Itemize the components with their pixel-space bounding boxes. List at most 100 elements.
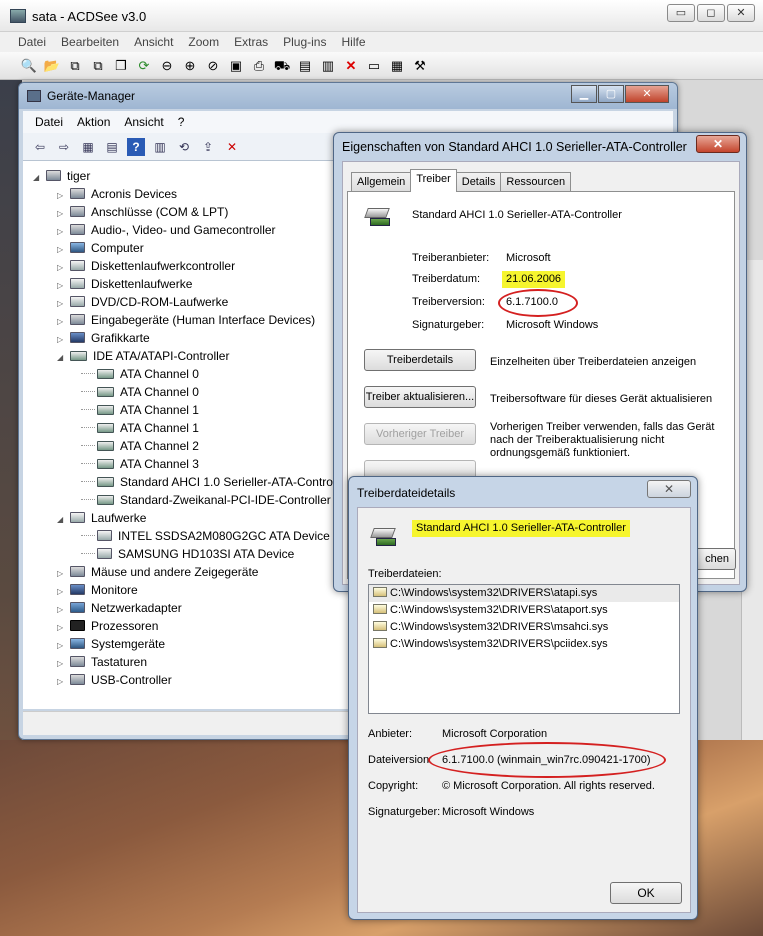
clipboard-icon[interactable]: ▤ [296,57,314,75]
properties-icon[interactable]: ▦ [388,57,406,75]
help-icon[interactable]: ? [127,137,145,156]
tab-allgemein[interactable]: Allgemein [351,172,412,192]
device-manager-titlebar[interactable]: Geräte-Manager ▁ ▢ ✕ [19,83,677,109]
driver-files-list[interactable]: C:\Windows\system32\DRIVERS\atapi.sys C:… [368,584,680,714]
menu-bearbeiten[interactable]: Bearbeiten [61,32,119,52]
tree-category[interactable]: ▷ Monitore [57,581,138,599]
tree-device[interactable]: INTEL SSDSA2M080G2GC ATA Device [81,527,330,545]
rollback-driver-button[interactable]: Vorheriger Treiber [364,423,476,445]
details-icon[interactable]: ▥ [151,138,169,156]
tree-category[interactable]: ▷ Acronis Devices [57,185,177,203]
tree-device[interactable]: SAMSUNG HD103SI ATA Device [81,545,294,563]
tree-device[interactable]: ATA Channel 0 [81,365,199,383]
provider-label: Anbieter: [368,728,413,740]
forward-icon[interactable]: ⇨ [55,138,73,156]
properties-close-button[interactable]: ✕ [696,135,740,153]
tree-label: Grafikkarte [91,331,150,345]
browse-icon[interactable]: 🔍 [20,57,38,75]
uninstall-icon[interactable]: ✕ [223,138,241,156]
dm-maximize-button[interactable]: ▢ [598,85,624,103]
rollback-driver-desc: Vorherigen Treiber verwenden, falls das … [490,421,715,459]
tree-device[interactable]: Standard-Zweikanal-PCI-IDE-Controller [81,491,331,509]
dm-menu-ansicht[interactable]: Ansicht [124,111,163,133]
tools-icon[interactable]: ⚒ [411,57,429,75]
tree-category[interactable]: ▷ Mäuse und andere Zeigegeräte [57,563,258,581]
menu-datei[interactable]: Datei [18,32,46,52]
tree-device[interactable]: ATA Channel 1 [81,419,199,437]
tab-treiber[interactable]: Treiber [410,169,457,192]
next-icon[interactable]: ⧉ [89,57,107,75]
tree-category[interactable]: ▷ USB-Controller [57,671,172,689]
tree-root[interactable]: ◢ tiger [33,167,90,185]
view-icon[interactable]: ▦ [79,138,97,156]
dm-menu-help[interactable]: ? [178,111,185,133]
tree-category[interactable]: ▷ Anschlüsse (COM & LPT) [57,203,228,221]
dm-close-button[interactable]: ✕ [625,85,669,103]
tree-category[interactable]: ▷ Systemgeräte [57,635,165,653]
tree-category[interactable]: ▷ Computer [57,239,144,257]
tree-category[interactable]: ▷ Netzwerkadapter [57,599,182,617]
dm-menu-datei[interactable]: Datei [35,111,63,133]
copy-icon[interactable]: ❐ [112,57,130,75]
slideshow-icon[interactable]: ▣ [227,57,245,75]
properties-icon[interactable]: ▤ [103,138,121,156]
delete-icon[interactable]: ✕ [342,57,360,75]
tree-category[interactable]: ▷ Diskettenlaufwerkcontroller [57,257,235,275]
tree-device[interactable]: ATA Channel 2 [81,437,199,455]
tree-device[interactable]: ATA Channel 1 [81,401,199,419]
tree-category[interactable]: ▷ DVD/CD-ROM-Laufwerke [57,293,228,311]
scan-hardware-icon[interactable]: ⟲ [175,138,193,156]
list-item[interactable]: C:\Windows\system32\DRIVERS\msahci.sys [369,619,679,636]
menu-extras[interactable]: Extras [234,32,268,52]
tree-category[interactable]: ▷ Grafikkarte [57,329,150,347]
tree-category[interactable]: ▷ Prozessoren [57,617,158,635]
print-icon[interactable]: ⎙ [250,57,268,75]
rename-icon[interactable]: ▭ [365,57,383,75]
tab-ressourcen[interactable]: Ressourcen [500,172,572,192]
tree-device[interactable]: Standard AHCI 1.0 Serieller-ATA-Controll… [81,473,349,491]
tree-category[interactable]: ▷ Diskettenlaufwerke [57,275,192,293]
minimize-button[interactable]: ▭ [667,4,695,22]
tree-category[interactable]: ▷ Eingabegeräte (Human Interface Devices) [57,311,315,329]
tree-device[interactable]: ATA Channel 0 [81,383,199,401]
tab-details[interactable]: Details [455,172,502,192]
dm-menu-aktion[interactable]: Aktion [77,111,110,133]
acquire-icon[interactable]: ⛟ [273,57,291,75]
ok-button[interactable]: OK [610,882,682,904]
menu-hilfe[interactable]: Hilfe [341,32,365,52]
list-item[interactable]: C:\Windows\system32\DRIVERS\atapi.sys [369,585,679,602]
refresh-icon[interactable]: ⟳ [135,57,153,75]
dm-minimize-button[interactable]: ▁ [571,85,597,103]
controller-chip-icon [364,206,392,228]
driver-file-details-close-button[interactable]: ✕ [647,480,691,498]
maximize-button[interactable]: ◻ [697,4,725,22]
update-driver-icon[interactable]: ⇪ [199,138,217,156]
list-item[interactable]: C:\Windows\system32\DRIVERS\ataport.sys [369,602,679,619]
paste-icon[interactable]: ▥ [319,57,337,75]
zoom-out-icon[interactable]: ⊖ [158,57,176,75]
menu-zoom[interactable]: Zoom [188,32,219,52]
tree-device[interactable]: ATA Channel 3 [81,455,199,473]
collapse-arrow-icon[interactable]: ◢ [57,349,67,367]
expand-arrow-icon[interactable]: ▷ [57,673,67,691]
tree-category[interactable]: ▷ Tastaturen [57,653,147,671]
expand-arrow-icon[interactable]: ◢ [33,169,43,187]
open-icon[interactable]: 📂 [43,57,61,75]
tree-category[interactable]: ◢ Laufwerke [57,509,146,527]
update-driver-button[interactable]: Treiber aktualisieren... [364,386,476,408]
tree-category[interactable]: ▷ Audio-, Video- und Gamecontroller [57,221,276,239]
back-icon[interactable]: ⇦ [31,138,49,156]
prev-icon[interactable]: ⧉ [66,57,84,75]
menu-plugins[interactable]: Plug-ins [283,32,326,52]
close-button[interactable]: ✕ [727,4,755,22]
chan-device-icon [70,351,87,361]
collapse-arrow-icon[interactable]: ◢ [57,511,67,529]
zoom-fit-icon[interactable]: ⊘ [204,57,222,75]
zoom-in-icon[interactable]: ⊕ [181,57,199,75]
tree-category[interactable]: ◢ IDE ATA/ATAPI-Controller [57,347,229,365]
driver-details-button[interactable]: Treiberdetails [364,349,476,371]
acdsee-app-icon [10,9,26,23]
menu-ansicht[interactable]: Ansicht [134,32,173,52]
acdsee-titlebar[interactable]: sata - ACDSee v3.0 ▭ ◻ ✕ [0,0,763,32]
list-item[interactable]: C:\Windows\system32\DRIVERS\pciidex.sys [369,636,679,653]
